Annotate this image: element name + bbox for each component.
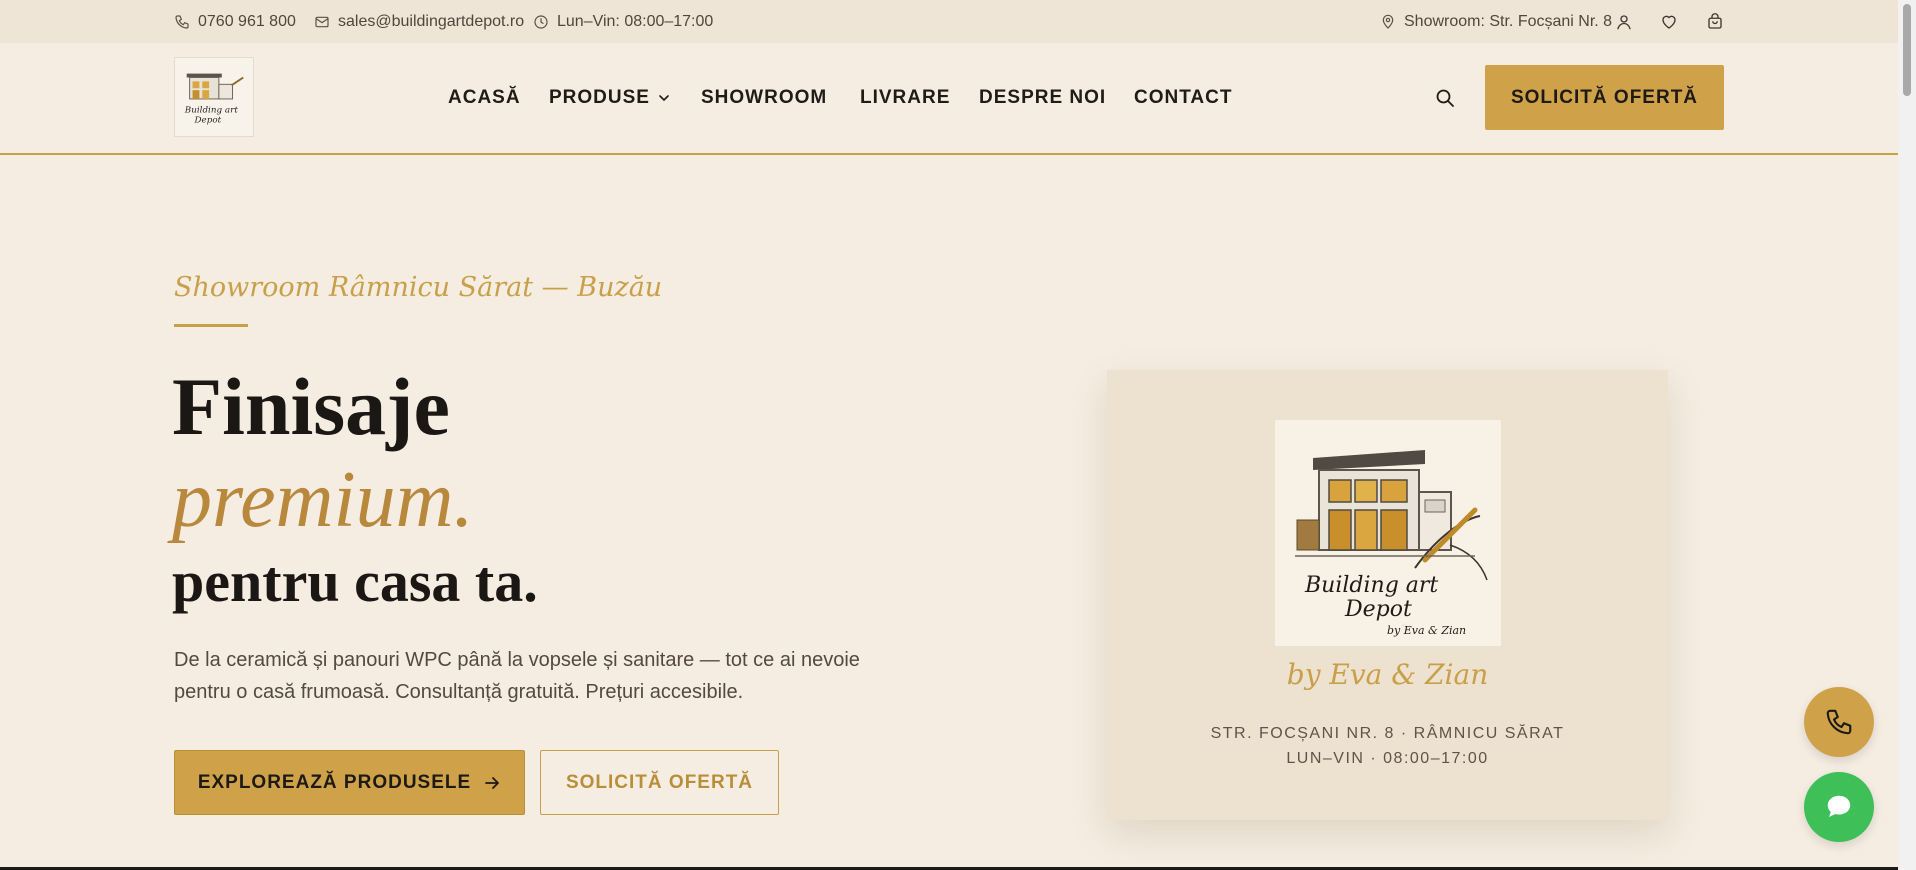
hero-title-line-2: premium. xyxy=(172,456,474,544)
nav-livrare[interactable]: LIVRARE xyxy=(860,85,950,111)
svg-text:Building art: Building art xyxy=(184,106,239,116)
nav-showroom[interactable]: SHOWROOM xyxy=(701,85,827,111)
nav-contact[interactable]: CONTACT xyxy=(1134,85,1232,111)
nav-produse-label: PRODUSE xyxy=(549,87,650,108)
location-pin-icon xyxy=(1382,14,1394,29)
top-info-bar: 0760 961 800 sales@buildingartdepot.ro L… xyxy=(0,0,1898,43)
search-icon xyxy=(1436,89,1454,107)
request-offer-header-label: SOLICITĂ OFERTĂ xyxy=(1510,86,1699,108)
topbar-phone-text: 0760 961 800 xyxy=(198,12,296,30)
heart-icon xyxy=(1662,15,1676,29)
nav-acasa-label: ACASĂ xyxy=(448,87,521,108)
scrollbar-thumb[interactable] xyxy=(1903,4,1911,96)
card-logo-text-3: by Eva & Zian xyxy=(1387,624,1466,637)
chevron-down-icon xyxy=(659,95,669,102)
nav-despre-noi[interactable]: DESPRE NOI xyxy=(979,85,1106,111)
request-offer-hero-label: SOLICITĂ OFERTĂ xyxy=(565,771,754,793)
showroom-card: Building art Depot by Eva & Zian by Eva … xyxy=(1107,370,1668,820)
nav-acasa[interactable]: ACASĂ xyxy=(448,85,521,111)
svg-text:Depot: Depot xyxy=(194,115,222,125)
topbar-hours-text: Lun–Vin: 08:00–17:00 xyxy=(557,12,714,30)
account-button[interactable] xyxy=(1613,11,1635,33)
card-signature: by Eva & Zian xyxy=(1286,658,1489,691)
user-icon xyxy=(1617,15,1631,30)
shopping-bag-icon xyxy=(1708,13,1722,29)
card-logo-text-2: Depot xyxy=(1344,597,1412,622)
nav-produse[interactable]: PRODUSE xyxy=(549,85,670,111)
site-logo[interactable]: Building art Depot xyxy=(174,57,254,137)
card-logo-text-1: Building art xyxy=(1304,573,1438,598)
page-scrollbar[interactable] xyxy=(1898,0,1916,870)
topbar-phone[interactable]: 0760 961 800 xyxy=(174,0,296,43)
explore-products-button[interactable]: EXPLOREAZĂ PRODUSELE xyxy=(174,750,525,815)
hero-title-line-3: pentru casa ta. xyxy=(172,549,538,614)
explore-products-label: EXPLOREAZĂ PRODUSELE xyxy=(197,771,472,793)
hero-eyebrow: Showroom Râmnicu Sărat — Buzău xyxy=(174,272,663,303)
building-logo-image: Building art Depot xyxy=(184,73,244,125)
topbar-showroom[interactable]: Showroom: Str. Focșani Nr. 8 xyxy=(1380,0,1612,43)
nav-livrare-label: LIVRARE xyxy=(860,87,951,108)
arrow-right-icon xyxy=(485,776,500,789)
hero-lead-text: De la ceramică și panouri WPC până la vo… xyxy=(174,649,860,703)
chat-fab-button[interactable] xyxy=(1804,772,1874,842)
topbar-email[interactable]: sales@buildingartdepot.ro xyxy=(314,0,524,43)
card-hours: LUN–VIN · 08:00–17:00 xyxy=(1286,750,1489,767)
topbar-hours: Lun–Vin: 08:00–17:00 xyxy=(533,0,713,43)
nav-showroom-label: SHOWROOM xyxy=(701,87,828,108)
search-button[interactable] xyxy=(1433,86,1457,110)
phone-icon xyxy=(175,14,189,29)
call-fab-button[interactable] xyxy=(1804,687,1874,757)
building-illustration-image: Building art Depot by Eva & Zian xyxy=(1295,450,1488,637)
cart-button[interactable] xyxy=(1704,11,1726,33)
hero-title-line-1: Finisaje xyxy=(172,361,450,452)
phone-icon xyxy=(1826,709,1852,735)
topbar-email-text: sales@buildingartdepot.ro xyxy=(338,12,525,30)
chat-bubble-icon xyxy=(1827,795,1851,817)
card-logo: Building art Depot by Eva & Zian xyxy=(1275,420,1501,646)
topbar-showroom-text: Showroom: Str. Focșani Nr. 8 xyxy=(1404,12,1613,30)
eyebrow-divider xyxy=(174,324,248,327)
request-offer-header-button[interactable]: SOLICITĂ OFERTĂ xyxy=(1485,65,1724,130)
nav-contact-label: CONTACT xyxy=(1134,87,1233,108)
request-offer-hero-button[interactable]: SOLICITĂ OFERTĂ xyxy=(540,750,779,815)
wishlist-button[interactable] xyxy=(1658,11,1680,33)
clock-icon xyxy=(534,14,548,29)
mail-icon xyxy=(315,16,329,27)
nav-despre-noi-label: DESPRE NOI xyxy=(979,87,1107,108)
card-address: STR. FOCȘANI NR. 8 · RÂMNICU SĂRAT xyxy=(1210,725,1565,742)
